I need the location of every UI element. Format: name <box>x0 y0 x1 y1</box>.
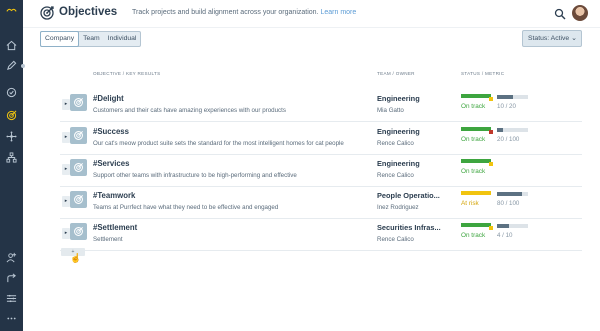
status-flag-icon <box>489 97 493 101</box>
level-tabs: Company Team Individual <box>40 31 142 47</box>
owner-name: Inez Rodriguez <box>377 204 419 211</box>
owner-name: Mia Gatto <box>377 107 404 114</box>
metric-value: 4 / 10 <box>497 232 513 239</box>
metric-progress-fill <box>497 128 504 132</box>
table-row[interactable]: ▸ #Settlement Settlement Securities Infr… <box>60 218 582 251</box>
objective-description: Our cat's meow product suite sets the st… <box>93 140 344 147</box>
status-bar <box>461 159 491 163</box>
metric-progress-bar <box>497 192 528 196</box>
header-divider <box>23 27 600 28</box>
sidebar <box>0 0 25 331</box>
more-icon[interactable] <box>4 311 19 326</box>
objective-title[interactable]: #Delight <box>93 94 124 103</box>
metric-progress-fill <box>497 95 513 99</box>
home-icon[interactable] <box>4 38 19 53</box>
metric-value: 20 / 100 <box>497 136 520 143</box>
page-title: Objectives <box>59 6 118 18</box>
status-bar <box>461 94 491 98</box>
tab-company[interactable]: Company <box>40 31 80 47</box>
expand-toggle-icon[interactable]: ▸ <box>62 99 70 110</box>
objective-description: Support other teams with infrastructure … <box>93 172 297 179</box>
objective-description: Customers and their cats have amazing ex… <box>93 107 286 114</box>
objectives-app: Objectives Track projects and build alig… <box>0 0 600 331</box>
objective-description: Teams at Purrfect have what they need to… <box>93 204 279 211</box>
status-flag-icon <box>489 130 493 134</box>
search-icon[interactable] <box>554 7 566 20</box>
chevron-down-icon: ⌄ <box>571 35 577 42</box>
table-row[interactable]: ▸ #Services Support other teams with inf… <box>60 154 582 187</box>
active-indicator <box>21 64 25 68</box>
objective-title[interactable]: #Services <box>93 159 129 168</box>
pencil-icon[interactable] <box>4 58 19 73</box>
status-label: On track <box>461 136 486 143</box>
status-filter-dropdown[interactable]: Status: Active ⌄ <box>522 30 582 47</box>
mouse-cursor-icon: ☝ <box>70 253 82 263</box>
team-name: Engineering <box>377 127 420 136</box>
expand-toggle-icon[interactable]: ▸ <box>62 164 70 175</box>
status-flag-icon <box>489 162 493 166</box>
check-circle-icon[interactable] <box>4 85 19 100</box>
status-flag-icon <box>489 226 493 230</box>
metric-progress-bar <box>497 128 528 132</box>
column-header-objective: OBJECTIVE / KEY RESULTS <box>93 71 161 76</box>
avatar[interactable] <box>572 5 588 21</box>
page-subtitle: Track projects and build alignment acros… <box>132 9 356 16</box>
column-header-team: TEAM / OWNER <box>377 71 415 76</box>
metric-progress-bar <box>497 95 528 99</box>
status-label: On track <box>461 103 486 110</box>
column-header-status: STATUS / METRIC <box>461 71 505 76</box>
status-filter-label: Status: Active <box>528 35 570 42</box>
status-bar <box>461 127 491 131</box>
learn-more-link[interactable]: Learn more <box>320 9 356 16</box>
objective-title[interactable]: #Teamwork <box>93 191 135 200</box>
owner-name: Rence Calico <box>377 236 414 243</box>
owner-name: Rence Calico <box>377 172 414 179</box>
target-icon[interactable] <box>4 108 19 123</box>
owner-name: Rence Calico <box>377 140 414 147</box>
status-bar <box>461 191 491 195</box>
objective-target-icon <box>70 191 87 208</box>
team-name: Engineering <box>377 159 420 168</box>
metric-progress-fill <box>497 192 522 196</box>
metric-value: 10 / 20 <box>497 103 516 110</box>
metric-progress-fill <box>497 224 510 228</box>
brand-logo-icon[interactable] <box>4 3 19 18</box>
share-icon[interactable] <box>4 271 19 286</box>
org-chart-icon[interactable] <box>4 150 19 165</box>
tab-individual[interactable]: Individual <box>104 32 141 46</box>
expand-toggle-icon[interactable]: ▸ <box>62 228 70 239</box>
tab-team[interactable]: Team <box>79 32 104 46</box>
objective-title[interactable]: #Success <box>93 127 129 136</box>
table-row[interactable]: ▸ #Delight Customers and their cats have… <box>60 89 582 122</box>
subtitle-text: Track projects and build alignment acros… <box>132 9 319 16</box>
table-row[interactable]: ▸ #Teamwork Teams at Purrfect have what … <box>60 186 582 219</box>
add-user-icon[interactable] <box>4 250 19 265</box>
objective-title[interactable]: #Settlement <box>93 223 137 232</box>
objective-target-icon <box>70 127 87 144</box>
expand-toggle-icon[interactable]: ▸ <box>62 196 70 207</box>
status-bar <box>461 223 491 227</box>
team-name: Engineering <box>377 94 420 103</box>
page-header: Objectives Track projects and build alig… <box>23 0 600 27</box>
objective-target-icon <box>70 94 87 111</box>
team-name: Securities Infras... <box>377 223 441 232</box>
metric-value: 80 / 100 <box>497 200 520 207</box>
team-name: People Operatio... <box>377 191 440 200</box>
expand-toggle-icon[interactable]: ▸ <box>62 132 70 143</box>
status-label: On track <box>461 168 486 175</box>
sliders-icon[interactable] <box>4 291 19 306</box>
table-row[interactable]: ▸ #Success Our cat's meow product suite … <box>60 122 582 155</box>
objectives-logo-icon <box>39 5 55 21</box>
status-label: At risk <box>461 200 479 207</box>
metric-progress-bar <box>497 224 528 228</box>
objective-description: Settlement <box>93 236 123 243</box>
network-icon[interactable] <box>4 129 19 144</box>
objective-target-icon <box>70 223 87 240</box>
objective-target-icon <box>70 159 87 176</box>
status-label: On track <box>461 232 486 239</box>
